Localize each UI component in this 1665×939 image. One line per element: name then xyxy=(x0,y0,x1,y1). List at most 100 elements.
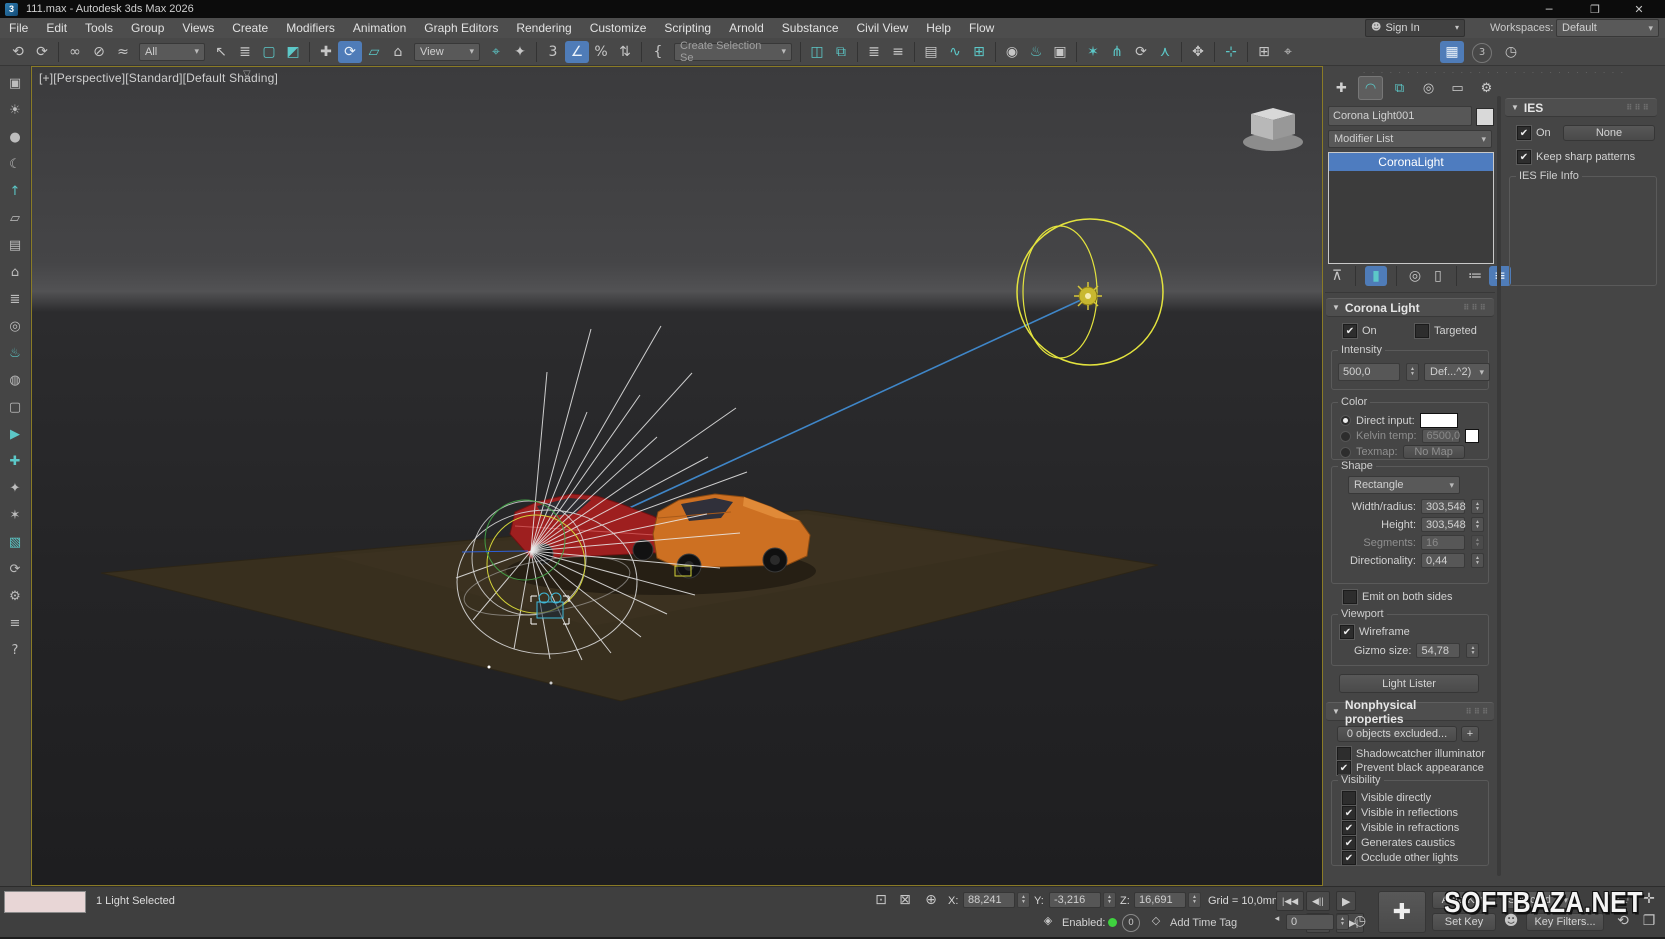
isolate-selection-icon[interactable]: ⊡ xyxy=(872,893,890,907)
ies-on-checkbox[interactable]: On xyxy=(1517,126,1551,140)
tab-hierarchy[interactable]: ⧉ xyxy=(1387,76,1412,100)
toggle-scene-explorer-icon[interactable]: ≣ xyxy=(862,41,886,63)
tab-create[interactable]: ✚ xyxy=(1329,76,1354,100)
visible-reflections-checkbox[interactable]: Visible in reflections xyxy=(1342,806,1458,820)
save-scene-state-icon[interactable]: ▦ xyxy=(1440,41,1464,63)
go-to-start-button[interactable]: |◀◀ xyxy=(1276,891,1304,911)
shadowcatcher-checkbox[interactable]: Shadowcatcher illuminator xyxy=(1337,747,1485,761)
pin-stack-icon[interactable]: ⊼ xyxy=(1328,269,1346,283)
redo-icon[interactable]: ⟳ xyxy=(30,41,54,63)
menu-edit[interactable]: Edit xyxy=(37,21,76,35)
tab-motion[interactable]: ◎ xyxy=(1416,76,1441,100)
menu-graph-editors[interactable]: Graph Editors xyxy=(415,21,507,35)
y-spinner[interactable]: ▲▼ xyxy=(1103,892,1116,908)
show-end-result-icon[interactable]: ▮ xyxy=(1365,266,1387,286)
menu-substance[interactable]: Substance xyxy=(773,21,848,35)
add-time-tag-label[interactable]: Add Time Tag xyxy=(1170,917,1237,929)
sign-in-button[interactable]: ☻ Sign In ▾ xyxy=(1365,19,1465,37)
time-clock-icon[interactable]: ◷ xyxy=(1500,42,1522,62)
menu-help[interactable]: Help xyxy=(917,21,960,35)
gizmo-size-field[interactable]: 54,78 xyxy=(1416,643,1460,658)
plugin-toolbar-icon-6[interactable]: ⊹ xyxy=(1219,41,1243,63)
menu-animation[interactable]: Animation xyxy=(344,21,415,35)
unlink-selection-icon[interactable]: ⊘ xyxy=(87,41,111,63)
object-name-field[interactable]: Corona Light001 xyxy=(1328,106,1472,126)
orange-truck[interactable] xyxy=(653,494,810,578)
hatch-cube-tool-icon[interactable]: ▧ xyxy=(4,533,26,551)
select-and-place-icon[interactable]: ⌂ xyxy=(386,41,410,63)
plugin-toolbar-icon-7[interactable]: ⊞ xyxy=(1252,41,1276,63)
direct-input-radio[interactable]: Direct input: xyxy=(1340,413,1458,428)
texmap-radio[interactable]: Texmap: No Map xyxy=(1340,445,1465,459)
star-tool-icon[interactable]: ✦ xyxy=(4,479,26,497)
menu-civil-view[interactable]: Civil View xyxy=(848,21,918,35)
emit-both-sides-checkbox[interactable]: Emit on both sides xyxy=(1343,590,1453,604)
panel-scrollbar[interactable] xyxy=(1497,96,1501,876)
arrow-tool-icon[interactable]: ↑ xyxy=(4,182,26,200)
add-excluded-button[interactable]: + xyxy=(1461,726,1479,742)
view-cube[interactable] xyxy=(1243,108,1303,151)
width-field[interactable]: 303,548 xyxy=(1421,499,1465,514)
menu-views[interactable]: Views xyxy=(173,21,223,35)
previous-key-icon[interactable]: ◂ xyxy=(1270,915,1284,924)
kelvin-radio[interactable]: Kelvin temp: 6500,0 xyxy=(1340,429,1479,443)
select-object-icon[interactable]: ↖ xyxy=(209,41,233,63)
directionality-field[interactable]: 0,44 xyxy=(1421,553,1465,568)
plugin-toolbar-icon-1[interactable]: ✶ xyxy=(1081,41,1105,63)
sphere-tool-icon[interactable]: ● xyxy=(4,128,26,146)
gizmo-size-spinner[interactable]: ▲▼ xyxy=(1466,643,1479,658)
home-tool-icon[interactable]: ⌂ xyxy=(4,263,26,281)
height-spinner[interactable]: ▲▼ xyxy=(1471,517,1484,532)
render-setup-icon[interactable]: ♨ xyxy=(1024,41,1048,63)
light-tool-icon[interactable]: ☀ xyxy=(4,101,26,119)
rotate-tool-icon[interactable]: ⟳ xyxy=(4,560,26,578)
select-and-scale-icon[interactable]: ▱ xyxy=(362,41,386,63)
tab-utilities[interactable]: ⚙ xyxy=(1474,76,1499,100)
direct-color-swatch[interactable] xyxy=(1420,413,1458,428)
intensity-field[interactable]: 500,0 xyxy=(1338,363,1400,381)
tab-display[interactable]: ▭ xyxy=(1445,76,1470,100)
lines-tool-icon[interactable]: ≡ xyxy=(4,614,26,632)
keep-sharp-patterns-checkbox[interactable]: Keep sharp patterns xyxy=(1517,150,1635,164)
plugin-toolbar-icon-4[interactable]: ⋏ xyxy=(1153,41,1177,63)
select-and-link-icon[interactable]: ∞ xyxy=(63,41,87,63)
rollout-ies[interactable]: ▼ IES ⠿⠿⠿ xyxy=(1505,98,1657,117)
targeted-checkbox[interactable]: Targeted xyxy=(1415,324,1477,338)
zero-badge-icon[interactable]: 0 xyxy=(1122,914,1140,932)
align-icon[interactable]: ⧉ xyxy=(829,41,853,63)
current-frame-field[interactable]: 0 xyxy=(1286,914,1334,930)
box-tool-icon[interactable]: ▣ xyxy=(4,74,26,92)
configure-modifier-sets-icon[interactable]: ≔ xyxy=(1466,269,1484,283)
mirror-icon[interactable]: ◫ xyxy=(805,41,829,63)
segments-field[interactable]: 16 xyxy=(1421,535,1465,550)
torus-tool-icon[interactable]: ◎ xyxy=(4,317,26,335)
select-by-name-icon[interactable]: ≣ xyxy=(233,41,257,63)
rollout-corona-light[interactable]: ▼ Corona Light ⠿⠿⠿ xyxy=(1326,298,1494,317)
rectangular-selection-region-icon[interactable]: ▢ xyxy=(257,41,281,63)
edit-named-selection-sets-icon[interactable]: { xyxy=(646,41,670,63)
selection-filter-select[interactable]: All ▾ xyxy=(139,43,205,61)
maximize-button[interactable]: ❐ xyxy=(1581,0,1609,18)
spinner-snap-toggle-icon[interactable]: ⇅ xyxy=(613,41,637,63)
frame-spinner[interactable]: ▲▼ xyxy=(1336,914,1349,930)
plugin-toolbar-icon-5[interactable]: ✥ xyxy=(1186,41,1210,63)
menu-modifiers[interactable]: Modifiers xyxy=(277,21,344,35)
undo-icon[interactable]: ⟲ xyxy=(6,41,30,63)
plugin-toolbar-icon-3[interactable]: ⟳ xyxy=(1129,41,1153,63)
plus-tool-icon[interactable]: ✚ xyxy=(4,452,26,470)
help-tool-icon[interactable]: ? xyxy=(4,641,26,659)
select-and-manipulate-icon[interactable]: ✦ xyxy=(508,41,532,63)
directionality-spinner[interactable]: ▲▼ xyxy=(1471,553,1484,568)
play-tool-icon[interactable]: ▶ xyxy=(4,425,26,443)
select-and-rotate-icon[interactable]: ⟳ xyxy=(338,41,362,63)
absolute-mode-icon[interactable]: ⊕ xyxy=(922,893,940,907)
teapot-tool-icon[interactable]: ♨ xyxy=(4,344,26,362)
select-and-move-icon[interactable]: ✚ xyxy=(314,41,338,63)
snowflake-tool-icon[interactable]: ✶ xyxy=(4,506,26,524)
menu-tools[interactable]: Tools xyxy=(76,21,122,35)
gear-tool-icon[interactable]: ⚙ xyxy=(4,587,26,605)
named-selection-set-select[interactable]: Create Selection Se ▾ xyxy=(674,43,792,61)
z-spinner[interactable]: ▲▼ xyxy=(1188,892,1201,908)
corona-sun-gizmo[interactable] xyxy=(1017,219,1163,365)
rollout-nonphysical-properties[interactable]: ▼ Nonphysical properties ⠿⠿⠿ xyxy=(1326,702,1494,721)
